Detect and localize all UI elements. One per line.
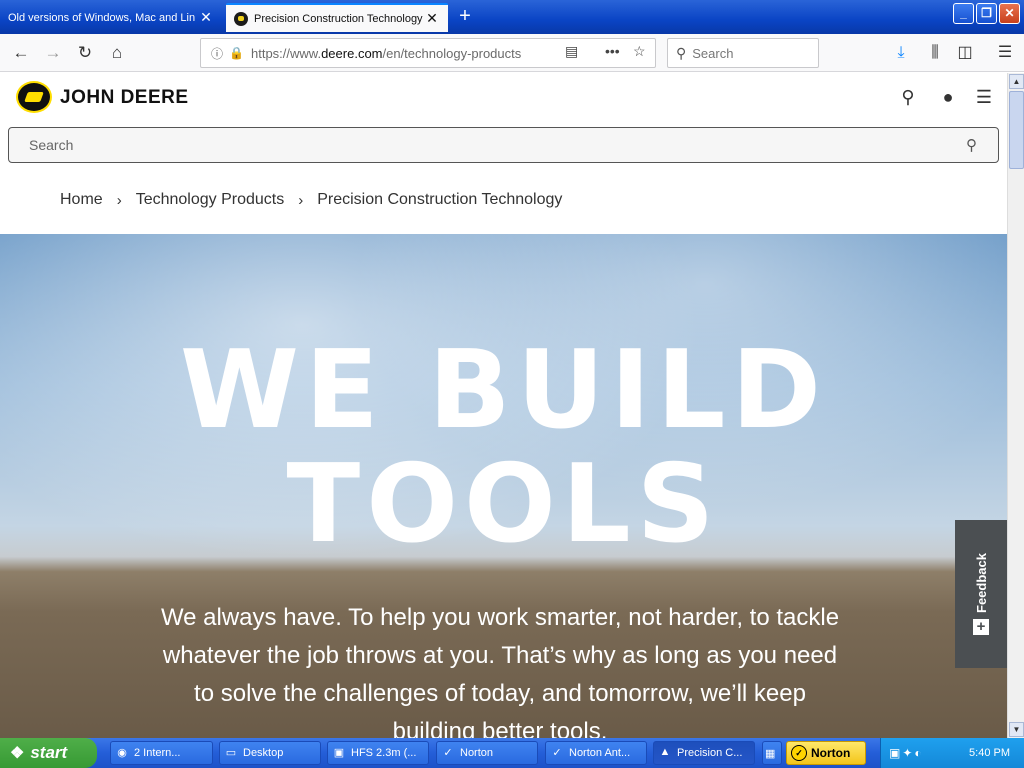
location-pin-icon[interactable]: ⚲ <box>897 87 919 109</box>
navigation-toolbar: ← → ↻ ⌂ ⓘ 🔒 https://www.deere.com/en/tec… <box>0 34 1024 72</box>
hfs-icon: ▣ <box>333 747 345 759</box>
chevron-right-icon: › <box>116 191 122 209</box>
taskbar-item-norton[interactable]: ✓ Norton <box>436 741 538 765</box>
globe-icon: ◉ <box>117 747 127 759</box>
tab-label: Old versions of Windows, Mac and Lin <box>8 11 196 24</box>
tray-icons[interactable]: ▣✦◐ <box>889 746 924 760</box>
norton-icon: ✓ <box>443 747 453 759</box>
hero-title-line1: WE BUILD <box>179 328 828 453</box>
downloads-icon[interactable]: ⤓ <box>888 40 914 66</box>
site-search-placeholder: Search <box>29 137 74 153</box>
url-text[interactable]: https://www.deere.com/en/technology-prod… <box>251 46 541 61</box>
info-icon[interactable]: ⓘ <box>209 45 225 62</box>
john-deere-logo-icon[interactable] <box>16 81 52 113</box>
user-icon[interactable]: ● <box>937 87 959 109</box>
search-icon: ⚲ <box>676 44 687 61</box>
sidebar-icon[interactable]: ◫ <box>952 40 978 66</box>
hamburger-menu-icon[interactable]: ☰ <box>973 87 995 109</box>
chevron-right-icon: › <box>298 191 304 209</box>
site-search-input[interactable]: Search ⚲ <box>8 127 999 163</box>
taskbar-item-norton-antivirus[interactable]: ✓ Norton Ant... <box>545 741 647 765</box>
keyboard-icon[interactable]: ▦ <box>762 741 782 765</box>
site-header: JOHN DEERE ⚲ ● ☰ <box>0 73 1007 123</box>
breadcrumb-technology-products[interactable]: Technology Products <box>136 191 285 209</box>
browser-tab-strip: Old versions of Windows, Mac and Lin ✕ P… <box>0 0 1024 34</box>
lock-warning-icon[interactable]: 🔒 <box>229 46 245 60</box>
logo-text[interactable]: JOHN DEERE <box>60 87 189 109</box>
hero-title-line2: TOOLS <box>286 442 721 567</box>
feedback-tab[interactable]: Feedback + <box>955 520 1007 668</box>
tab-precision-construction[interactable]: Precision Construction Technology ✕ <box>226 3 448 32</box>
page-actions-icon[interactable]: ••• <box>605 43 620 59</box>
taskbar-item-internet[interactable]: ◉ 2 Intern... <box>110 741 213 765</box>
bookmark-star-icon[interactable]: ☆ <box>633 43 646 60</box>
close-window-button[interactable]: ✕ <box>999 3 1020 24</box>
windows-taskbar: ❖ start ◉ 2 Intern... ▭ Desktop ▣ HFS 2.3m … <box>0 738 1024 768</box>
norton-icon: ✓ <box>552 747 562 759</box>
tab-label: Precision Construction Technology <box>254 12 423 25</box>
system-tray: ▣✦◐ 5:40 PM <box>880 738 1024 768</box>
hero-title: WE BUILD TOOLS <box>0 334 1007 562</box>
john-deere-favicon-icon <box>234 11 248 26</box>
minimize-button[interactable]: _ <box>953 3 974 24</box>
new-tab-button[interactable]: + <box>452 4 478 30</box>
breadcrumb-current: Precision Construction Technology <box>317 191 563 208</box>
hero-banner: WE BUILD TOOLS We always have. To help y… <box>0 234 1007 738</box>
page-viewport: JOHN DEERE ⚲ ● ☰ Search ⚲ Home › Technol… <box>0 73 1007 738</box>
browser-search-field[interactable]: ⚲ Search <box>667 38 819 68</box>
window-controls: _ ❐ ✕ <box>953 3 1020 24</box>
address-bar[interactable]: ⓘ 🔒 https://www.deere.com/en/technology-… <box>200 38 656 68</box>
start-button[interactable]: ❖ start <box>0 738 97 768</box>
taskbar-item-precision[interactable]: ▲ Precision C... <box>653 741 755 765</box>
hero-description: We always have. To help you work smarter… <box>160 604 840 738</box>
start-label: start <box>30 743 68 762</box>
norton-check-icon: ✓ <box>791 745 807 761</box>
plus-icon: + <box>973 618 989 635</box>
restore-button[interactable]: ❐ <box>976 3 997 24</box>
forward-button[interactable]: → <box>40 40 66 66</box>
folder-icon: ▭ <box>225 747 237 759</box>
taskbar-item-hfs[interactable]: ▣ HFS 2.3m (... <box>327 741 429 765</box>
breadcrumb: Home › Technology Products › Precision C… <box>60 191 562 209</box>
scrollbar-thumb[interactable] <box>1009 91 1024 169</box>
reload-button[interactable]: ↻ <box>72 40 98 66</box>
menu-icon[interactable]: ☰ <box>992 40 1018 66</box>
back-button[interactable]: ← <box>8 40 34 66</box>
close-icon[interactable]: ✕ <box>198 9 214 26</box>
breadcrumb-home[interactable]: Home <box>60 191 103 209</box>
reader-view-icon[interactable]: ▤ <box>565 43 578 60</box>
clock[interactable]: 5:40 PM <box>969 747 1010 759</box>
taskbar-item-desktop[interactable]: ▭ Desktop <box>219 741 321 765</box>
vertical-scrollbar[interactable]: ▲ ▼ <box>1007 73 1024 738</box>
windows-logo-icon: ❖ <box>10 745 25 762</box>
search-icon[interactable]: ⚲ <box>966 136 990 154</box>
library-icon[interactable]: ⫼ <box>922 40 948 66</box>
scroll-down-arrow-icon[interactable]: ▼ <box>1009 722 1024 737</box>
search-placeholder: Search <box>692 45 734 61</box>
tab-old-versions[interactable]: Old versions of Windows, Mac and Lin ✕ <box>0 3 222 32</box>
feedback-label: Feedback <box>973 553 989 613</box>
norton-toolbar-button[interactable]: ✓ Norton <box>786 741 866 765</box>
scroll-up-arrow-icon[interactable]: ▲ <box>1009 74 1024 89</box>
john-deere-favicon-icon: ▲ <box>659 746 671 758</box>
home-button[interactable]: ⌂ <box>104 40 130 66</box>
close-icon[interactable]: ✕ <box>424 10 440 27</box>
